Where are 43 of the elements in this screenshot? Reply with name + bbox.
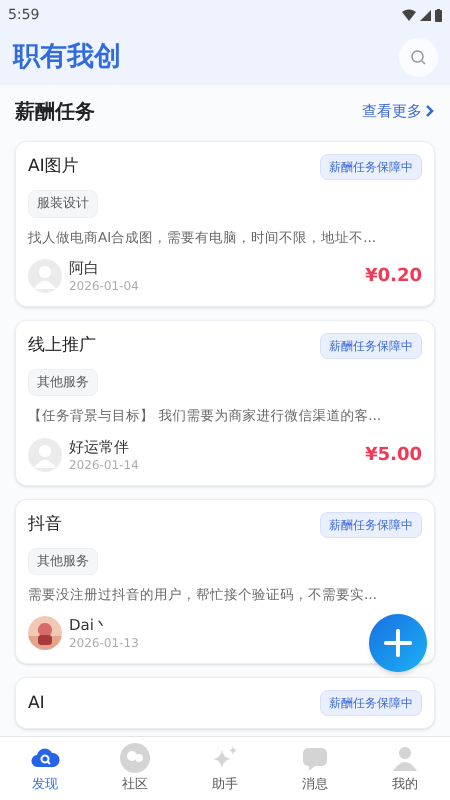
nav-tab[interactable]: 社区 [90,737,180,800]
nav-tab[interactable]: 助手 [180,737,270,800]
guarantee-badge: 薪酬任务保障中 [320,332,422,359]
guarantee-badge: 薪酬任务保障中 [320,690,422,716]
chat-bubbles-icon [120,742,150,773]
guarantee-badge: 薪酬任务保障中 [320,154,422,180]
chevron-right-icon [425,104,435,118]
user-name: Dai丶 [69,615,110,636]
category-tag: 其他服务 [28,548,98,575]
user-name: 阿白 [69,258,100,278]
nav-tab[interactable]: 发现 [0,737,90,800]
status-time: 5:59 [8,6,40,24]
task-price: ¥5.00 [365,443,422,467]
guarantee-badge: 薪酬任务保障中 [320,512,422,538]
wifi-icon [402,9,416,21]
plus-icon [383,628,413,658]
app-title: 职有我创 [13,40,121,74]
nav-tab[interactable]: 消息 [270,737,360,800]
category-tag: 其他服务 [28,368,98,396]
task-title: 线上推广 [28,334,96,357]
battery-icon [435,8,442,22]
search-icon [410,48,428,66]
search-button[interactable] [399,38,438,77]
see-more-link[interactable]: 查看更多 [362,100,435,122]
task-description: 找人做电商AI合成图，需要有电脑，时间不限，地址不... [28,228,378,248]
task-title: 抖音 [28,512,62,536]
task-title: AI [28,692,45,714]
task-card[interactable]: 线上推广 薪酬任务保障中 其他服务 【任务背景与目标】 我们需要为商家进行微信渠道的客... 好运常伴 2026-01-14 ¥5.00 [15,320,435,486]
user-name: 好运常伴 [69,436,130,456]
post-date: 2026-01-13 [69,635,139,652]
task-description: 需要没注册过抖音的用户，帮忙接个验证码，不需要实... [28,586,378,605]
task-card[interactable]: AI图片 薪酬任务保障中 服装设计 找人做电商AI合成图，需要有电脑，时间不限，地址不... 阿白 2026-01-04 ¥0.20 [15,141,435,307]
post-date: 2026-01-14 [69,456,139,472]
section-title: 薪酬任务 [15,98,95,125]
task-description: 【任务背景与目标】 我们需要为商家进行微信渠道的客... [28,407,382,426]
nav-tab[interactable]: 我的 [360,737,450,800]
task-card[interactable]: AI 薪酬任务保障中 [15,677,435,730]
signal-icon [420,10,431,20]
task-card[interactable]: 抖音 薪酬任务保障中 其他服务 需要没注册过抖音的用户，帮忙接个验证码，不需要实... Dai丶 2026-01-13 [15,498,435,664]
post-date: 2026-01-04 [69,278,139,294]
task-title: AI图片 [28,155,79,178]
category-tag: 服装设计 [28,190,98,218]
task-price: ¥0.20 [365,264,422,288]
